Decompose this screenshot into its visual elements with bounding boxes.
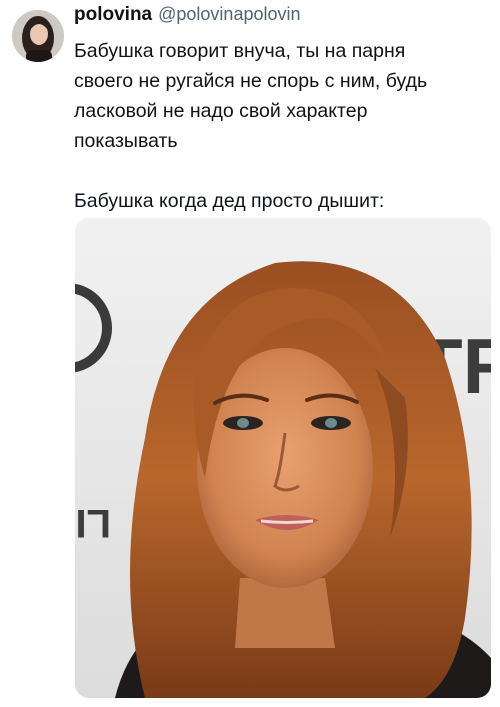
- tweet[interactable]: polovina @polovinapolovin Бабушка говори…: [0, 0, 500, 707]
- tweet-text-line: ласковой не надо свой характер: [74, 100, 368, 122]
- tweet-header: polovina @polovinapolovin: [74, 4, 490, 34]
- avatar-photo: [12, 10, 64, 62]
- tweet-text-line: показывать: [74, 130, 178, 152]
- tweet-media-photo[interactable]: TR LI: [75, 218, 491, 698]
- tweet-text-line: Бабушка когда дед просто дышит:: [74, 190, 385, 212]
- author-handle[interactable]: @polovinapolovin: [158, 4, 300, 25]
- tweet-text-line: своего не ругайся не спорь с ним, будь: [74, 70, 428, 92]
- author-avatar[interactable]: [12, 10, 64, 62]
- author-display-name[interactable]: polovina: [74, 4, 152, 26]
- tweet-text-line: Бабушка говорит внуча, ты на парня: [74, 40, 406, 62]
- tweet-body: polovina @polovinapolovin Бабушка говори…: [74, 4, 490, 216]
- portrait-photo: TR LI: [75, 218, 491, 698]
- backdrop-text-mirrored: LI: [75, 501, 111, 545]
- tweet-text: Бабушка говорит внуча, ты на парня своег…: [74, 36, 490, 216]
